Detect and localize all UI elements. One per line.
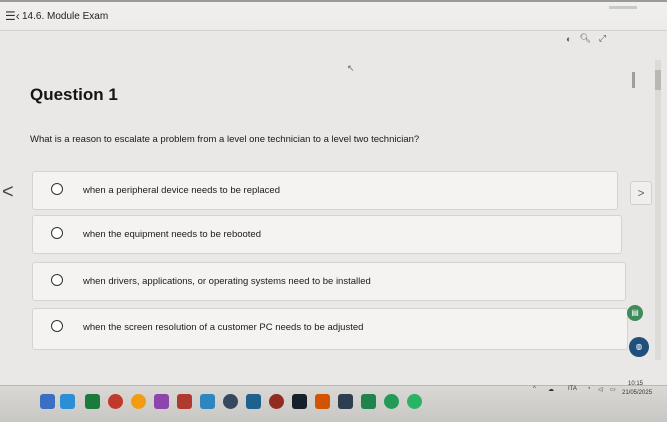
menu-list-icon[interactable]: ☰‹ bbox=[5, 9, 20, 23]
gallery-icon[interactable] bbox=[361, 394, 376, 409]
search-icon[interactable]: 🔍︎ bbox=[579, 33, 590, 44]
previous-question-button[interactable]: < bbox=[2, 181, 14, 204]
meet-icon[interactable] bbox=[246, 394, 261, 409]
answer-option-4[interactable]: when the screen resolution of a customer… bbox=[32, 308, 628, 350]
radio-button[interactable] bbox=[51, 227, 63, 239]
radio-button[interactable] bbox=[51, 183, 63, 195]
chrome-canary-icon[interactable] bbox=[407, 394, 422, 409]
clock-time: 10:15 bbox=[628, 381, 644, 387]
expand-icon[interactable]: ⤢ bbox=[599, 33, 606, 44]
answer-option-2[interactable]: when the equipment needs to be rebooted bbox=[32, 215, 622, 254]
battery-icon[interactable]: ▭ bbox=[610, 386, 616, 393]
photos-icon[interactable] bbox=[315, 394, 330, 409]
answer-option-1[interactable]: when a peripheral device needs to be rep… bbox=[32, 171, 618, 210]
page-scrollbar-thumb[interactable] bbox=[655, 70, 661, 90]
video-icon[interactable] bbox=[292, 394, 307, 409]
wifi-icon[interactable]: ◔ bbox=[587, 386, 591, 392]
frame-decoration bbox=[609, 6, 637, 9]
top-bar: ☰‹ 14.6. Module Exam bbox=[0, 0, 667, 31]
files-icon[interactable] bbox=[60, 394, 75, 409]
moon-icon[interactable]: ◐ bbox=[566, 34, 571, 44]
taskbar bbox=[0, 385, 667, 422]
toolbar: ◐ 🔍︎ ⤢ bbox=[566, 33, 606, 44]
app-icon[interactable] bbox=[154, 394, 169, 409]
page-scrollbar-track[interactable] bbox=[655, 60, 661, 360]
mouse-cursor-icon: ↖ bbox=[347, 63, 355, 73]
spreadsheet-icon[interactable] bbox=[85, 394, 100, 409]
chrome-icon[interactable] bbox=[131, 394, 146, 409]
paint-icon[interactable] bbox=[200, 394, 215, 409]
language-indicator[interactable]: ITA bbox=[568, 386, 577, 392]
answer-label: when the equipment needs to be rebooted bbox=[83, 229, 261, 240]
notes-icon[interactable]: ▤ bbox=[627, 305, 643, 321]
chat-icon[interactable]: ◍ bbox=[629, 337, 649, 357]
clock-date: 21/05/2025 bbox=[622, 390, 653, 396]
answer-label: when drivers, applications, or operating… bbox=[83, 276, 371, 287]
sports-icon[interactable] bbox=[269, 394, 284, 409]
module-title: 14.6. Module Exam bbox=[22, 11, 109, 22]
answer-option-3[interactable]: when drivers, applications, or operating… bbox=[32, 262, 626, 301]
browser-icon[interactable] bbox=[40, 394, 55, 409]
volume-icon[interactable]: ◁ bbox=[598, 386, 603, 393]
top-border bbox=[0, 0, 667, 2]
chrome-green-icon[interactable] bbox=[384, 394, 399, 409]
pdf-icon[interactable] bbox=[177, 394, 192, 409]
caret-up-icon[interactable]: ^ bbox=[533, 386, 536, 392]
question-heading: Question 1 bbox=[30, 85, 118, 104]
next-question-button[interactable]: > bbox=[630, 181, 652, 205]
answer-label: when the screen resolution of a customer… bbox=[83, 322, 364, 333]
terminal-icon[interactable] bbox=[338, 394, 353, 409]
cloud-icon[interactable]: ☁ bbox=[548, 386, 554, 393]
content-scrollbar[interactable] bbox=[632, 72, 635, 88]
answer-label: when a peripheral device needs to be rep… bbox=[83, 185, 280, 196]
media-icon[interactable] bbox=[108, 394, 123, 409]
settings-icon[interactable] bbox=[223, 394, 238, 409]
radio-button[interactable] bbox=[51, 274, 63, 286]
question-text: What is a reason to escalate a problem f… bbox=[30, 134, 420, 145]
radio-button[interactable] bbox=[51, 320, 63, 332]
